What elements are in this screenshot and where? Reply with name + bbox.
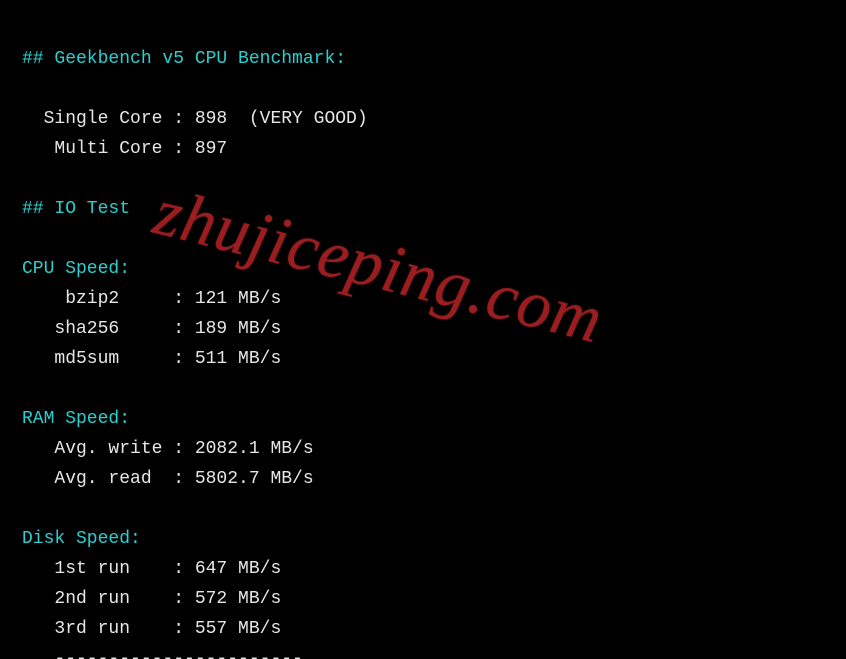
md5sum-label: md5sum : [22,349,195,369]
ram-write-label: Avg. write : [22,439,195,459]
md5sum-value: 511 MB/s [195,349,281,369]
ram-speed-heading: RAM Speed: [22,409,130,429]
ram-write-value: 2082.1 MB/s [195,439,314,459]
single-core-label: Single Core : [22,109,195,129]
io-test-heading: ## IO Test [22,199,130,219]
disk-run3-label: 3rd run : [22,619,195,639]
disk-separator: ----------------------- [22,649,303,659]
bzip2-value: 121 MB/s [195,289,281,309]
disk-run1-label: 1st run : [22,559,195,579]
single-core-value: 898 [195,109,227,129]
terminal-output: ## Geekbench v5 CPU Benchmark: Single Co… [0,0,846,659]
disk-run1-value: 647 MB/s [195,559,281,579]
sha256-label: sha256 : [22,319,195,339]
disk-run2-value: 572 MB/s [195,589,281,609]
multi-core-label: Multi Core : [22,139,195,159]
ram-read-label: Avg. read : [22,469,195,489]
disk-run3-value: 557 MB/s [195,619,281,639]
single-core-note: (VERY GOOD) [227,109,367,129]
ram-read-value: 5802.7 MB/s [195,469,314,489]
cpu-speed-heading: CPU Speed: [22,259,130,279]
multi-core-value: 897 [195,139,227,159]
disk-speed-heading: Disk Speed: [22,529,141,549]
watermark-text: zhujiceping.com [153,195,605,335]
sha256-value: 189 MB/s [195,319,281,339]
bzip2-label: bzip2 : [22,289,195,309]
geekbench-heading: ## Geekbench v5 CPU Benchmark: [22,49,346,69]
disk-run2-label: 2nd run : [22,589,195,609]
